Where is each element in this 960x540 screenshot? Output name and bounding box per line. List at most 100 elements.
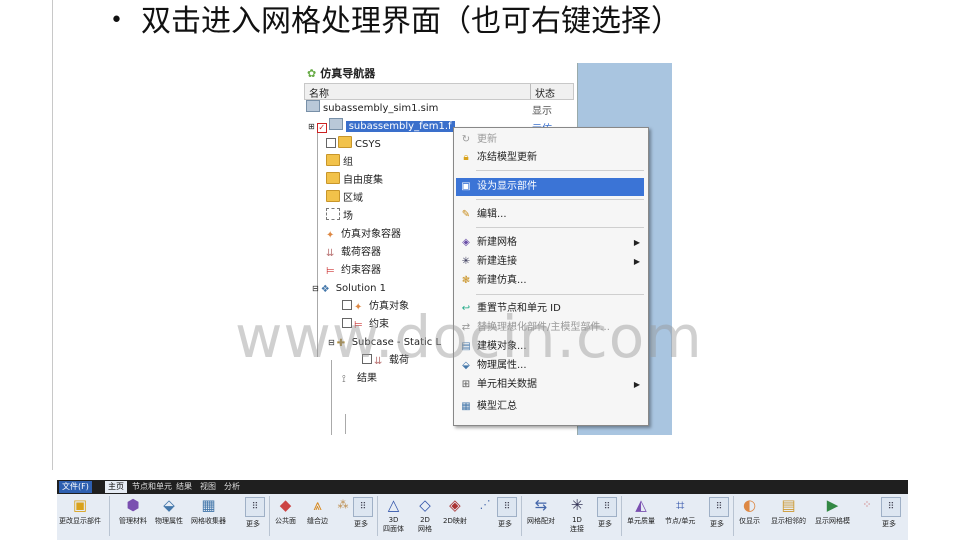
navigator-column-header[interactable]: 名称 状态 xyxy=(304,83,574,100)
tab-view[interactable]: 视图 xyxy=(197,481,219,493)
checkbox[interactable] xyxy=(326,138,336,148)
column-name[interactable]: 名称 xyxy=(309,85,329,100)
menu-item-physical-properties[interactable]: ⬙ 物理属性... xyxy=(456,357,644,375)
tree-row-subcase[interactable]: ⊟ ✚ Subcase - Static L xyxy=(328,334,441,351)
more-label-6: 更多 xyxy=(882,520,896,528)
submenu-arrow-icon: ▶ xyxy=(633,238,640,247)
show-only-button[interactable]: ◐ 仅显示 xyxy=(739,496,760,526)
show-mesh-model-button[interactable]: ▶ 显示网格模 xyxy=(815,496,850,526)
tree-row-load[interactable]: ⇊ 载荷 xyxy=(362,352,409,369)
navigator-title: ✿ 仿真导航器 xyxy=(307,67,376,80)
set-display-part-button[interactable]: ▣ 更改显示部件 xyxy=(59,496,101,526)
more-icon: ⠿ xyxy=(715,502,723,512)
more-button-2[interactable]: ⠿ xyxy=(353,497,373,517)
menu-item-set-display-part[interactable]: ▣ 设为显示部件 xyxy=(456,178,644,196)
folder-icon xyxy=(326,154,340,166)
tree-row-dof[interactable]: 自由度集 xyxy=(326,172,383,189)
mesh-2d-icon: ◇ xyxy=(419,496,431,514)
checkbox[interactable] xyxy=(342,300,352,310)
mesh-collector-button[interactable]: ▦ 网格收集器 xyxy=(191,496,226,526)
menu-item-modeling-objects[interactable]: ▤ 建模对象... xyxy=(456,338,644,356)
tree-row-solution[interactable]: ⊟ ❖ Solution 1 xyxy=(312,280,386,297)
context-menu: ↻ 更新 🔒︎ 冻结模型更新 ▣ 设为显示部件 ✎ 编辑... ◈ 新建网格 ▶ ✳ 新建连接… xyxy=(453,127,649,426)
tree-row-constraint[interactable]: ⊨ 约束 xyxy=(342,316,389,333)
geometry-tools-icon: ⁂ xyxy=(337,498,349,511)
tab-file[interactable]: 文件(F) xyxy=(59,481,92,493)
tree-row-load-container[interactable]: ⇊ 载荷容器 xyxy=(326,244,381,261)
element-quality-button[interactable]: ◭ 单元质量 xyxy=(627,496,655,526)
constraint-icon: ⊨ xyxy=(326,266,335,277)
show-adjacent-icon: ▤ xyxy=(781,496,796,514)
menu-item-new-connection[interactable]: ✳ 新建连接 ▶ xyxy=(456,253,644,271)
checkbox[interactable] xyxy=(362,354,372,364)
menu-item-element-data[interactable]: ⊞ 单元相关数据 ▶ xyxy=(456,376,644,394)
common-face-icon: ◆ xyxy=(279,496,292,514)
renumber-icon: ↩ xyxy=(461,303,471,314)
tab-nodes-elements[interactable]: 节点和单元 xyxy=(129,481,175,493)
tree-line xyxy=(331,360,332,435)
display-tools-button[interactable]: ⁘ xyxy=(857,496,877,516)
more-button-6[interactable]: ⠿ xyxy=(881,497,901,517)
menu-item-model-summary[interactable]: ▦ 模型汇总 xyxy=(456,398,644,416)
tree-row-group[interactable]: 组 xyxy=(326,154,353,171)
tab-home[interactable]: 主页 xyxy=(105,481,127,493)
more-button-3[interactable]: ⠿ xyxy=(497,497,517,517)
tab-analysis[interactable]: 分析 xyxy=(221,481,243,493)
tree-row-results[interactable]: ⟟ 结果 xyxy=(342,370,377,387)
common-face-button[interactable]: ◆ 公共面 xyxy=(275,496,296,526)
column-status[interactable]: 状态 xyxy=(535,85,555,100)
mesh-2d-button[interactable]: ◇ 2D 网格 xyxy=(415,496,435,534)
mesh-mating-button[interactable]: ⇆ 网格配对 xyxy=(527,496,555,526)
mesh-icon: ◈ xyxy=(462,237,470,248)
subcase-icon: ✚ xyxy=(336,338,346,349)
more-button-5[interactable]: ⠿ xyxy=(709,497,729,517)
tab-results[interactable]: 结果 xyxy=(173,481,195,493)
collapse-icon[interactable]: ⊟ xyxy=(312,284,319,293)
manage-materials-button[interactable]: ⬢ 管理材料 xyxy=(119,496,147,526)
menu-item-replace-part[interactable]: ⇄ 替换理想化部件/主模型部件... xyxy=(456,319,644,337)
menu-item-edit[interactable]: ✎ 编辑... xyxy=(456,206,644,224)
menu-item-new-simulation[interactable]: ❃ 新建仿真... xyxy=(456,272,644,290)
tree-line xyxy=(317,127,318,357)
collapse-icon[interactable]: ⊟ xyxy=(328,338,335,347)
menu-item-freeze[interactable]: 🔒︎ 冻结模型更新 xyxy=(456,149,644,167)
physical-properties-button[interactable]: ⬙ 物理属性 xyxy=(155,496,183,526)
element-quality-icon: ◭ xyxy=(635,496,647,514)
tree-row-csys[interactable]: CSYS xyxy=(326,136,381,153)
menu-item-new-mesh[interactable]: ◈ 新建网格 ▶ xyxy=(456,234,644,252)
mesh-1d-connection-button[interactable]: ✳ 1D 连接 xyxy=(567,496,587,534)
tree-row-sim-obj-container[interactable]: ✦ 仿真对象容器 xyxy=(326,226,401,243)
more-button-1[interactable]: ⠿ xyxy=(245,497,265,517)
mesh-tools-button[interactable]: ⋰ xyxy=(475,496,495,516)
checkbox-checked[interactable]: ✓ xyxy=(316,123,327,133)
mesh-2d-mapped-button[interactable]: ◈ 2D映射 xyxy=(443,496,467,526)
submenu-arrow-icon: ▶ xyxy=(633,380,640,389)
show-adjacent-button[interactable]: ▤ 显示相邻的 xyxy=(771,496,806,526)
modeling-object-icon: ▤ xyxy=(461,341,471,352)
more-button-4[interactable]: ⠿ xyxy=(597,497,617,517)
more-label-2: 更多 xyxy=(354,520,368,528)
tree-row-fem[interactable]: ⊞ ✓ subassembly_fem1.f xyxy=(308,118,455,135)
wrench-icon: ✎ xyxy=(461,209,471,220)
show-only-icon: ◐ xyxy=(742,496,757,514)
menu-item-renumber[interactable]: ↩ 重置节点和单元 ID xyxy=(456,300,644,318)
tree-row-field[interactable]: 场 xyxy=(326,208,353,225)
replace-icon: ⇄ xyxy=(461,322,471,333)
slide-divider xyxy=(52,0,53,470)
more-label-4: 更多 xyxy=(598,520,612,528)
tree-row-constraint-container[interactable]: ⊨ 约束容器 xyxy=(326,262,381,279)
tree-row-sim-obj[interactable]: ✦ 仿真对象 xyxy=(342,298,409,315)
menu-item-update[interactable]: ↻ 更新 xyxy=(456,131,644,149)
expand-icon[interactable]: ⊞ xyxy=(308,122,315,131)
more-label-3: 更多 xyxy=(498,520,512,528)
stitch-edge-button[interactable]: ⩓ 缝合边 xyxy=(307,496,328,526)
mesh-3d-tetra-button[interactable]: △ 3D 四面体 xyxy=(383,496,404,534)
geometry-tools-button[interactable]: ⁂ xyxy=(333,496,353,516)
node-element-button[interactable]: ⌗ 节点/单元 xyxy=(665,496,695,526)
tree-row-sim[interactable]: subassembly_sim1.sim xyxy=(306,100,438,117)
tree-row-region[interactable]: 区域 xyxy=(326,190,363,207)
more-label-1: 更多 xyxy=(246,520,260,528)
ribbon-separator xyxy=(521,496,522,536)
checkbox[interactable] xyxy=(342,318,352,328)
ribbon-tab-bar: 文件(F) 主页 节点和单元 结果 视图 分析 xyxy=(57,480,908,494)
